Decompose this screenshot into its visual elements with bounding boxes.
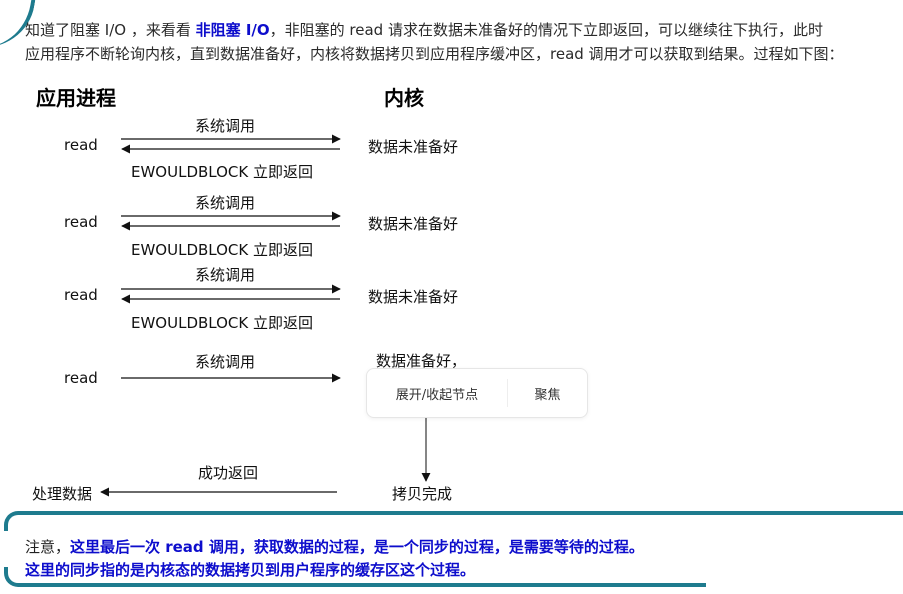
expand-collapse-node-button[interactable]: 展开/收起节点: [367, 384, 507, 403]
node-context-menu: 展开/收起节点 聚焦: [366, 368, 588, 418]
nonblocking-io-diagram: 应用进程 内核 系统调用 read 数据未准备好 EWOULDBLOCK 立即返…: [0, 0, 903, 503]
arrows-layer: [100, 134, 431, 497]
note-line-1: 注意，这里最后一次 read 调用，获取数据的过程，是一个同步的过程，是需要等待…: [25, 536, 644, 557]
note-prefix: 注意，: [25, 538, 71, 556]
note-line-2: 这里的同步指的是内核态的数据拷贝到用户程序的缓存区这个过程。: [25, 561, 476, 579]
note-callout: 注意，这里最后一次 read 调用，获取数据的过程，是一个同步的过程，是需要等待…: [0, 511, 903, 587]
callout-top-border: [4, 511, 903, 531]
focus-button[interactable]: 聚焦: [508, 384, 587, 403]
note-emphasis: 这里最后一次 read 调用，获取数据的过程，是一个同步的过程，是需要等待的过程…: [70, 538, 644, 556]
